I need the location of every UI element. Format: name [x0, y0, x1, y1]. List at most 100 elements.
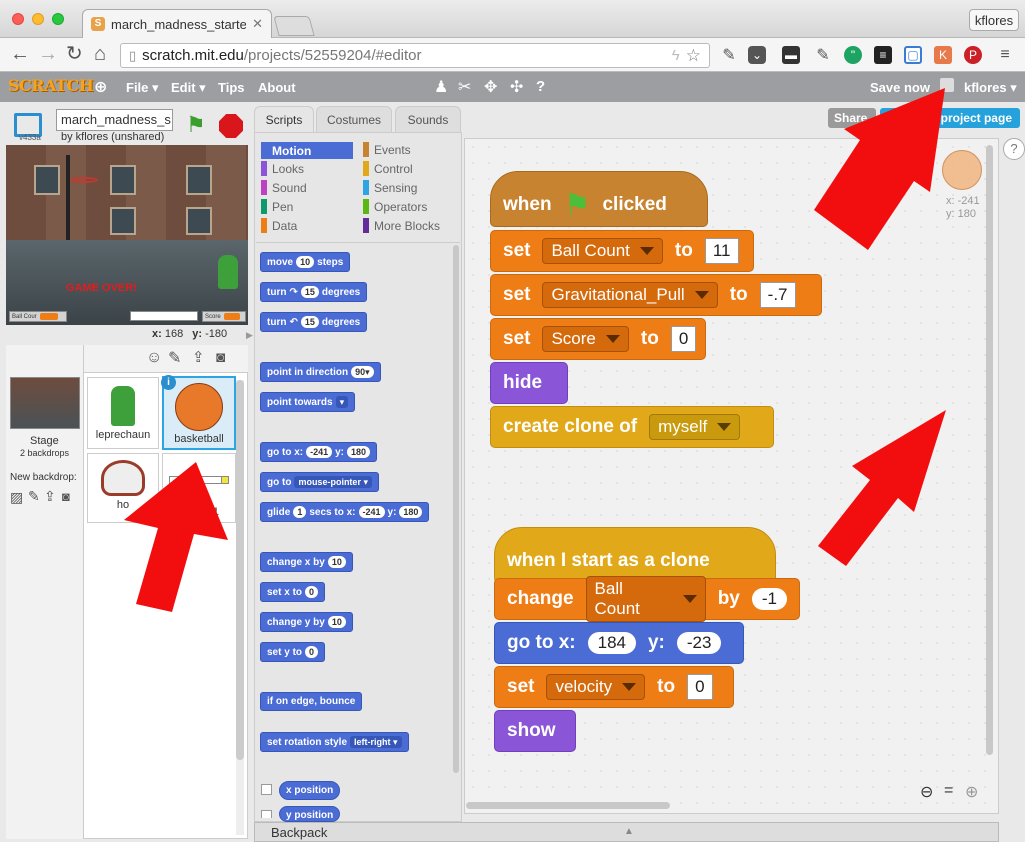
palette-set-y-block[interactable]: set y to 0 — [260, 642, 326, 662]
zoom-reset-icon[interactable]: = — [944, 782, 953, 800]
block-input[interactable]: -241 — [306, 446, 333, 458]
minimize-window-button[interactable] — [32, 13, 44, 25]
leprechaun-sprite[interactable] — [218, 255, 238, 289]
set-gravity-block[interactable]: set Gravitational_Pull to -.7 — [490, 274, 822, 316]
block-input[interactable]: 15 — [300, 316, 319, 328]
y-position-checkbox[interactable] — [261, 810, 272, 818]
palette-y-position-reporter[interactable]: y position — [279, 806, 341, 822]
stop-sign-icon[interactable] — [219, 114, 243, 138]
block-input[interactable]: 0 — [305, 586, 319, 598]
category-more-blocks[interactable]: More Blocks — [363, 218, 440, 233]
browser-user-button[interactable]: kflores — [969, 9, 1019, 31]
block-input[interactable]: 15 — [300, 286, 319, 298]
palette-rotation-style-block[interactable]: set rotation style left-right ▾ — [260, 732, 409, 752]
palette-goto-block[interactable]: go to mouse-pointer ▾ — [260, 472, 379, 492]
set-ball-count-block[interactable]: set Ball Count to 11 — [490, 230, 754, 272]
file-menu[interactable]: File ▾ — [126, 80, 159, 96]
category-sensing[interactable]: Sensing — [363, 180, 417, 195]
camera-backdrop-icon[interactable]: ◙ — [62, 489, 70, 504]
block-input[interactable]: 0 — [305, 646, 319, 658]
zoom-in-icon[interactable]: ⊕ — [965, 782, 978, 802]
category-operators[interactable]: Operators — [363, 199, 427, 214]
clone-target-dropdown[interactable]: myself — [649, 414, 741, 440]
green-flag-icon[interactable]: ⚑ — [186, 112, 206, 138]
reload-icon[interactable]: ↻ — [66, 44, 83, 64]
x-input[interactable]: 184 — [587, 632, 636, 654]
duplicate-tool-icon[interactable]: ♟ — [434, 77, 448, 97]
category-events[interactable]: Events — [363, 142, 411, 157]
show-block[interactable]: show — [494, 710, 576, 752]
edit-menu[interactable]: Edit ▾ — [171, 80, 206, 96]
palette-glide-block[interactable]: glide 1 secs to x: -241 y: 180 — [260, 502, 430, 522]
stage-canvas[interactable]: GAME OVER! Ball Cour Score — [6, 145, 248, 325]
about-menu[interactable]: About — [258, 80, 296, 95]
bookmark-star-icon[interactable]: ☆ — [686, 46, 701, 66]
sprite-info-icon[interactable]: i — [161, 375, 176, 390]
scratch-logo[interactable]: SCRATCH — [8, 76, 94, 95]
value-input[interactable]: -1 — [751, 588, 787, 610]
go-to-xy-block[interactable]: go to x: 184 y: -23 — [494, 622, 744, 664]
palette-scrollbar[interactable] — [453, 245, 459, 773]
screen-extension-icon[interactable]: ▢ — [904, 46, 922, 64]
block-dropdown[interactable]: left-right ▾ — [350, 736, 402, 748]
globe-icon[interactable]: ⊕ — [94, 77, 107, 97]
palette-change-y-block[interactable]: change y by 10 — [260, 612, 353, 632]
palette-set-x-block[interactable]: set x to 0 — [260, 582, 326, 602]
block-input[interactable]: 1 — [293, 506, 307, 518]
script-horizontal-scrollbar[interactable] — [466, 802, 670, 809]
upload-sprite-icon[interactable]: ⇪ — [192, 348, 205, 366]
pocket-extension-icon[interactable]: ⌄ — [748, 46, 766, 64]
save-now-link[interactable]: Save now — [870, 80, 930, 95]
value-input[interactable]: 0 — [687, 674, 713, 700]
hide-block[interactable]: hide — [490, 362, 568, 404]
palette-goto-xy-block[interactable]: go to x: -241 y: 180 — [260, 442, 378, 462]
variable-dropdown[interactable]: Gravitational_Pull — [542, 282, 718, 308]
block-input[interactable]: 10 — [327, 616, 346, 628]
category-pen[interactable]: Pen — [261, 199, 293, 214]
menu-icon[interactable]: ≡ — [996, 46, 1014, 64]
hangouts-extension-icon[interactable]: " — [844, 46, 862, 64]
variable-dropdown[interactable]: Ball Count — [585, 576, 706, 622]
block-dropdown[interactable]: mouse-pointer ▾ — [294, 476, 372, 488]
category-sound[interactable]: Sound — [261, 180, 307, 195]
close-window-button[interactable] — [12, 13, 24, 25]
paint-backdrop-icon[interactable]: ✎ — [28, 488, 40, 505]
tab-close-icon[interactable]: ✕ — [252, 16, 263, 32]
shrink-tool-icon[interactable]: ✣ — [510, 77, 523, 97]
lightning-icon[interactable]: ϟ — [672, 47, 680, 64]
palette-x-position-reporter[interactable]: x position — [279, 781, 341, 800]
stage-collapse-icon[interactable]: ▶ — [246, 330, 253, 341]
my-stuff-icon[interactable] — [940, 78, 954, 92]
new-tab-button[interactable] — [273, 16, 315, 36]
browser-tab[interactable]: S march_madness_starter re ✕ — [82, 9, 272, 38]
variable-dropdown[interactable]: Score — [542, 326, 629, 352]
x-position-checkbox[interactable] — [261, 784, 272, 795]
pinterest-extension-icon[interactable]: P — [964, 46, 982, 64]
category-control[interactable]: Control — [363, 161, 413, 176]
back-arrow-icon[interactable]: ← — [10, 44, 30, 64]
kx-extension-icon[interactable]: K — [934, 46, 952, 64]
palette-turn-left-block[interactable]: turn ↶ 15 degrees — [260, 312, 368, 332]
home-icon[interactable]: ⌂ — [94, 44, 106, 64]
block-input[interactable]: 90▾ — [351, 366, 374, 378]
sprite-pane-scrollbar[interactable] — [236, 380, 244, 835]
maximize-window-button[interactable] — [52, 13, 64, 25]
block-input[interactable]: 180 — [347, 446, 371, 458]
category-data[interactable]: Data — [261, 218, 297, 233]
y-input[interactable]: -23 — [676, 632, 722, 654]
backdrop-library-icon[interactable]: ▨ — [10, 489, 23, 506]
help-icon[interactable]: ? — [1003, 138, 1025, 160]
tab-costumes[interactable]: Costumes — [316, 106, 392, 133]
value-input[interactable]: 0 — [670, 326, 697, 352]
zoom-out-icon[interactable]: ⊖ — [920, 782, 933, 802]
category-motion[interactable]: Motion — [261, 142, 353, 159]
forward-arrow-icon[interactable]: → — [38, 44, 58, 64]
share-button[interactable]: Share — [828, 108, 876, 128]
sprite-thumb-bar[interactable]: 1 — [162, 453, 236, 523]
palette-point-direction-block[interactable]: point in direction 90▾ — [260, 362, 381, 382]
stage-thumbnail[interactable] — [10, 377, 80, 429]
change-ball-count-block[interactable]: change Ball Count by -1 — [494, 576, 800, 622]
category-looks[interactable]: Looks — [261, 161, 304, 176]
tab-scripts[interactable]: Scripts — [254, 106, 314, 133]
block-input[interactable]: 10 — [296, 256, 315, 268]
